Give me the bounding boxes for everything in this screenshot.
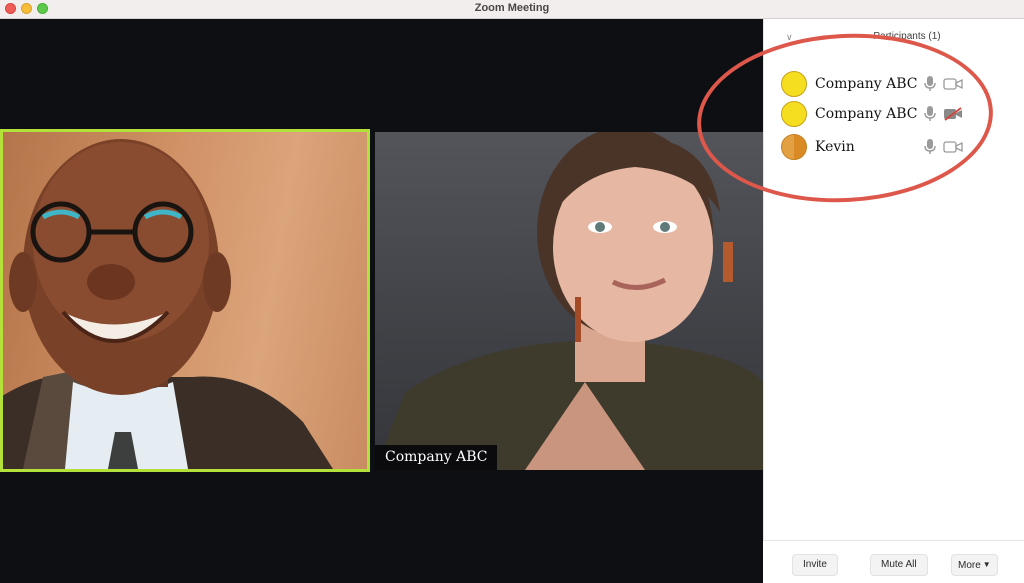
participant-video-image: [375, 132, 763, 470]
video-tile-name-label: Company ABC: [375, 445, 498, 470]
participants-panel-title: Participants (1): [873, 31, 941, 42]
video-camera-off-icon[interactable]: [943, 107, 963, 121]
participants-panel-footer: Invite Mute All More ▼: [763, 540, 1024, 583]
video-gallery: Company ABC: [0, 19, 763, 583]
video-tile-company-abc[interactable]: Company ABC: [375, 132, 763, 470]
participant-video-image: [3, 139, 333, 469]
avatar: [781, 101, 807, 127]
video-tile-active-speaker[interactable]: [0, 129, 370, 472]
video-camera-icon[interactable]: [943, 140, 963, 154]
microphone-icon[interactable]: [923, 106, 937, 122]
microphone-icon[interactable]: [923, 139, 937, 155]
participant-row[interactable]: Kevin: [781, 132, 1006, 162]
participant-name: Company ABC: [815, 106, 918, 122]
avatar: [781, 134, 807, 160]
avatar: [781, 71, 807, 97]
participant-row[interactable]: Company ABC: [781, 69, 1006, 99]
title-bar: Zoom Meeting: [0, 0, 1024, 19]
participant-name: Company ABC: [815, 76, 918, 92]
more-button[interactable]: More ▼: [951, 554, 998, 576]
chevron-down-icon: ▼: [982, 560, 991, 569]
more-button-label: More: [958, 560, 981, 571]
invite-button[interactable]: Invite: [792, 554, 838, 576]
participant-name: Kevin: [815, 139, 855, 155]
mute-all-button[interactable]: Mute All: [870, 554, 928, 576]
window-title: Zoom Meeting: [474, 2, 550, 14]
video-camera-icon[interactable]: [943, 77, 963, 91]
microphone-icon[interactable]: [923, 76, 937, 92]
participant-row[interactable]: Company ABC: [781, 99, 1006, 129]
